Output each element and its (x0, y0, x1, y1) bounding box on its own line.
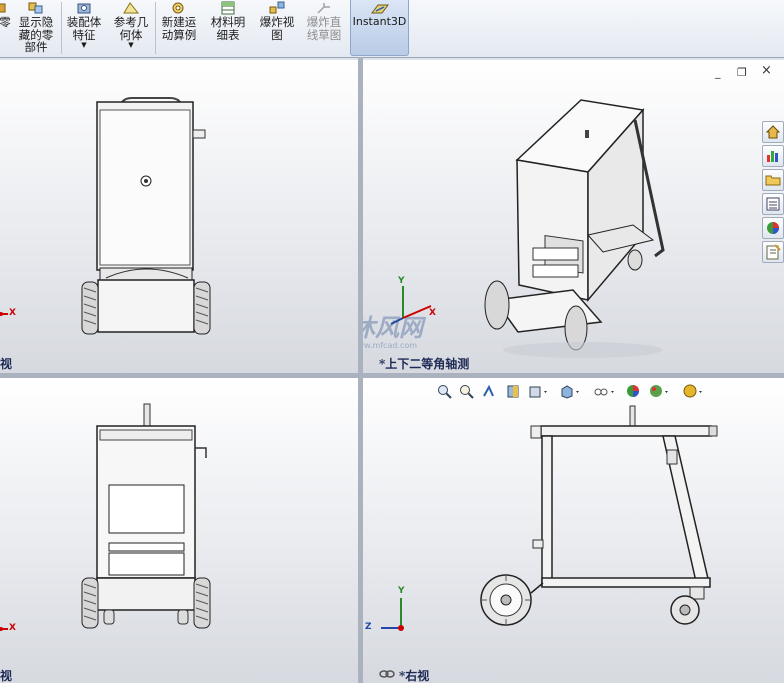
instant3d-icon (370, 3, 390, 15)
cart-back-model (81, 403, 211, 629)
instant3d-button[interactable]: Instant3D (350, 0, 409, 56)
exploded-view-button[interactable]: 爆炸视 图 (256, 0, 298, 56)
home-icon[interactable] (762, 121, 784, 143)
viewport-back[interactable]: X 视 (0, 378, 358, 683)
minimize-icon[interactable]: _ (715, 66, 721, 79)
axis-x-label: X (9, 623, 16, 633)
zoom-fit-icon[interactable] (437, 384, 452, 399)
display-style-icon[interactable] (560, 384, 579, 399)
properties-icon[interactable] (762, 241, 784, 263)
viewport-label-isometric: *上下二等角轴测 (379, 357, 470, 371)
close-icon[interactable]: × (761, 63, 772, 78)
assembly-features-button[interactable]: 装配体 特征 ▼ (64, 0, 104, 56)
command-manager-toolbar: 零 显示隐 藏的零 部件 装配体 特征 ▼ 参考几 何体 ▼ 新建运 动算例 材… (0, 0, 784, 58)
axis-z-label: Z (365, 622, 372, 632)
viewport-label-right: *右视 (399, 669, 430, 683)
link-views-icon[interactable] (379, 669, 395, 679)
reference-geometry-button[interactable]: 参考几 何体 ▼ (110, 0, 152, 56)
cart-right-model (480, 405, 718, 626)
viewport-front[interactable]: X 视 (0, 60, 358, 373)
exploded-view-icon (268, 1, 286, 15)
view-settings-icon[interactable] (683, 384, 702, 399)
restore-icon[interactable]: ❐ (737, 66, 747, 79)
toolbar-separator (61, 2, 62, 54)
component-icon (0, 1, 14, 15)
chevron-down-icon[interactable]: ▼ (128, 41, 133, 49)
new-motion-study-button[interactable]: 新建运 动算例 (158, 0, 200, 56)
show-components-icon (27, 1, 45, 15)
chevron-down-icon[interactable]: ▼ (81, 41, 86, 49)
reference-geometry-icon (122, 1, 140, 15)
explode-line-icon (315, 1, 333, 15)
watermark: 沐风网 www.mfcad.com (363, 315, 423, 350)
list-icon[interactable] (762, 193, 784, 215)
viewport-label-front: 视 (0, 357, 13, 371)
viewport-isometric[interactable]: _ ❐ × Y X *上下二等角轴测 沐 (363, 60, 784, 373)
assembly-feature-icon (75, 1, 93, 15)
axis-y-label: Y (398, 586, 405, 596)
toolbar-separator (155, 2, 156, 54)
table-icon (219, 1, 237, 15)
toolbar-button-cut-off[interactable]: 零 (0, 0, 11, 56)
section-view-icon[interactable] (506, 384, 521, 399)
bill-of-materials-button[interactable]: 材料明 细表 (206, 0, 250, 56)
hide-show-icon[interactable] (593, 384, 614, 399)
viewport-label-back: 视 (0, 669, 13, 683)
cart-front-model (81, 97, 211, 335)
apply-scene-icon[interactable] (649, 384, 668, 399)
axis-y-label: Y (398, 276, 405, 286)
show-hidden-components-button[interactable]: 显示隐 藏的零 部件 (14, 0, 58, 56)
motion-study-icon (170, 1, 188, 15)
appearance-icon[interactable] (762, 217, 784, 239)
edit-appearance-icon[interactable] (626, 384, 641, 399)
chart-icon[interactable] (762, 145, 784, 167)
triad (373, 590, 413, 635)
axis-x-label: X (429, 308, 436, 318)
previous-view-icon[interactable] (481, 384, 496, 399)
folder-icon[interactable] (762, 169, 784, 191)
explode-line-sketch-button[interactable]: 爆炸直 线草图 (302, 0, 346, 56)
axis-x-label: X (9, 308, 16, 318)
viewport-right[interactable]: Y Z *右视 (363, 378, 784, 683)
view-orientation-icon[interactable] (528, 384, 547, 399)
zoom-area-icon[interactable] (459, 384, 474, 399)
